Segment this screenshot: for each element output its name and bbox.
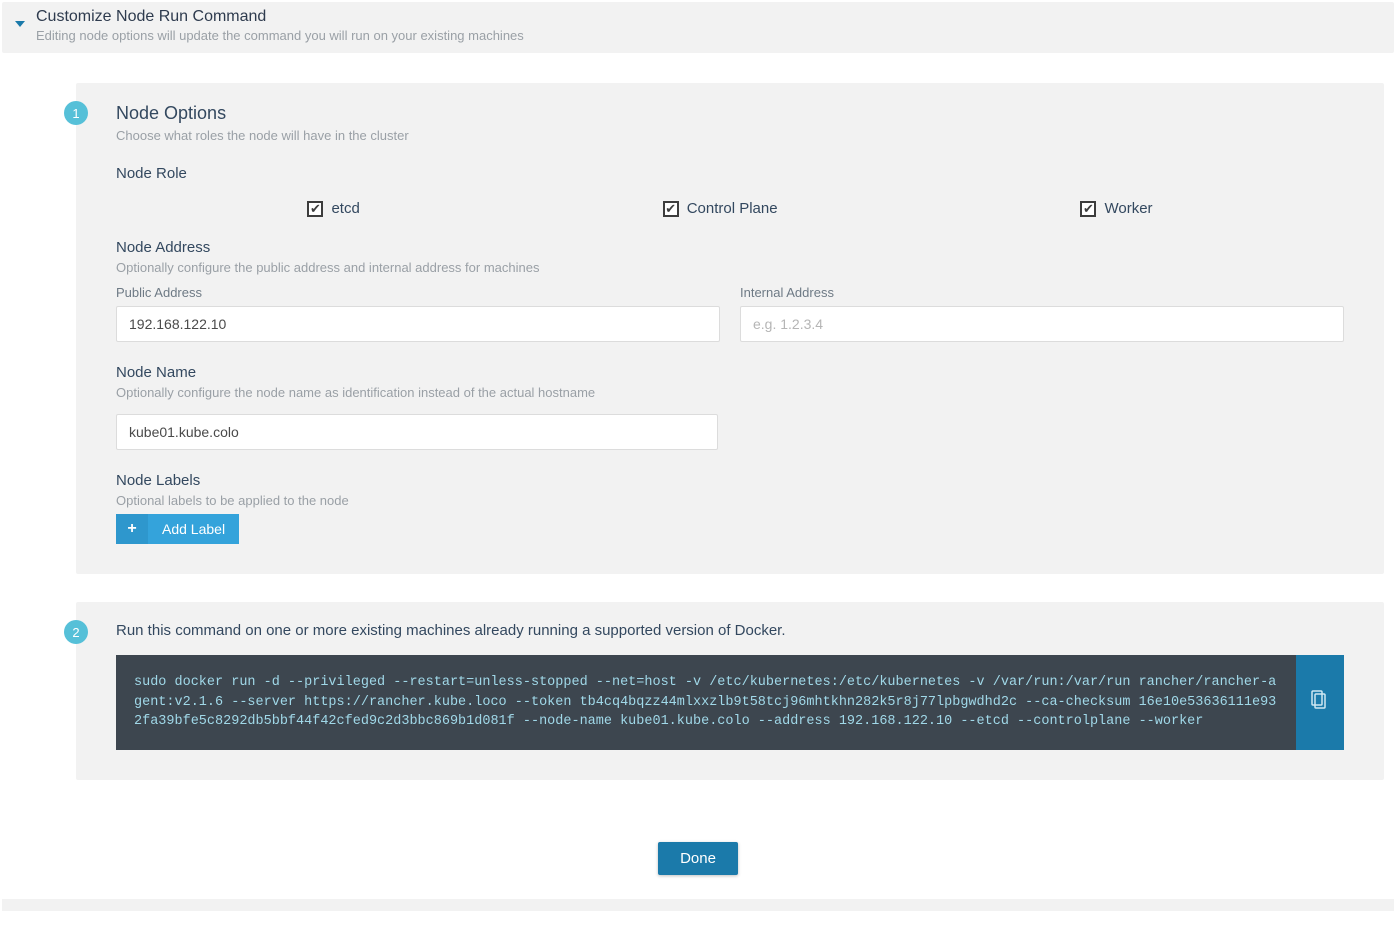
done-button[interactable]: Done bbox=[658, 842, 738, 875]
node-labels-subtitle: Optional labels to be applied to the nod… bbox=[116, 493, 1344, 508]
run-command-instruction: Run this command on one or more existing… bbox=[116, 622, 1344, 639]
plus-icon: + bbox=[116, 514, 148, 544]
clipboard-icon bbox=[1311, 690, 1329, 715]
command-output[interactable]: sudo docker run -d --privileged --restar… bbox=[116, 655, 1296, 750]
chevron-down-icon bbox=[14, 18, 26, 30]
node-labels-label: Node Labels bbox=[116, 472, 1344, 489]
public-address-label: Public Address bbox=[116, 285, 720, 300]
add-label-button-text: Add Label bbox=[148, 514, 239, 544]
step-run-command: 2 Run this command on one or more existi… bbox=[76, 602, 1384, 780]
internal-address-input[interactable] bbox=[740, 306, 1344, 342]
node-name-subtitle: Optionally configure the node name as id… bbox=[116, 385, 1344, 400]
node-address-subtitle: Optionally configure the public address … bbox=[116, 260, 1344, 275]
internal-address-label: Internal Address bbox=[740, 285, 1344, 300]
accordion-header[interactable]: Customize Node Run Command Editing node … bbox=[2, 2, 1394, 53]
add-label-button[interactable]: + Add Label bbox=[116, 514, 239, 544]
footer-strip bbox=[2, 899, 1394, 911]
checkbox-checked-icon: ✔ bbox=[307, 201, 323, 217]
node-options-title: Node Options bbox=[116, 103, 1344, 124]
public-address-input[interactable] bbox=[116, 306, 720, 342]
checkbox-checked-icon: ✔ bbox=[663, 201, 679, 217]
role-control-plane[interactable]: ✔ Control Plane bbox=[663, 200, 778, 217]
accordion-title: Customize Node Run Command bbox=[36, 8, 1382, 26]
step-badge-1: 1 bbox=[64, 101, 88, 125]
node-role-label: Node Role bbox=[116, 165, 1344, 182]
step-badge-2: 2 bbox=[64, 620, 88, 644]
role-control-plane-label: Control Plane bbox=[687, 200, 778, 217]
node-name-input[interactable] bbox=[116, 414, 718, 450]
step-node-options: 1 Node Options Choose what roles the nod… bbox=[76, 83, 1384, 574]
copy-command-button[interactable] bbox=[1296, 655, 1344, 750]
role-etcd-label: etcd bbox=[331, 200, 359, 217]
role-etcd[interactable]: ✔ etcd bbox=[307, 200, 359, 217]
checkbox-checked-icon: ✔ bbox=[1080, 201, 1096, 217]
node-options-subtitle: Choose what roles the node will have in … bbox=[116, 128, 1344, 143]
accordion-subtitle: Editing node options will update the com… bbox=[36, 28, 1382, 43]
node-name-label: Node Name bbox=[116, 364, 1344, 381]
node-address-label: Node Address bbox=[116, 239, 1344, 256]
role-worker[interactable]: ✔ Worker bbox=[1080, 200, 1152, 217]
role-worker-label: Worker bbox=[1104, 200, 1152, 217]
